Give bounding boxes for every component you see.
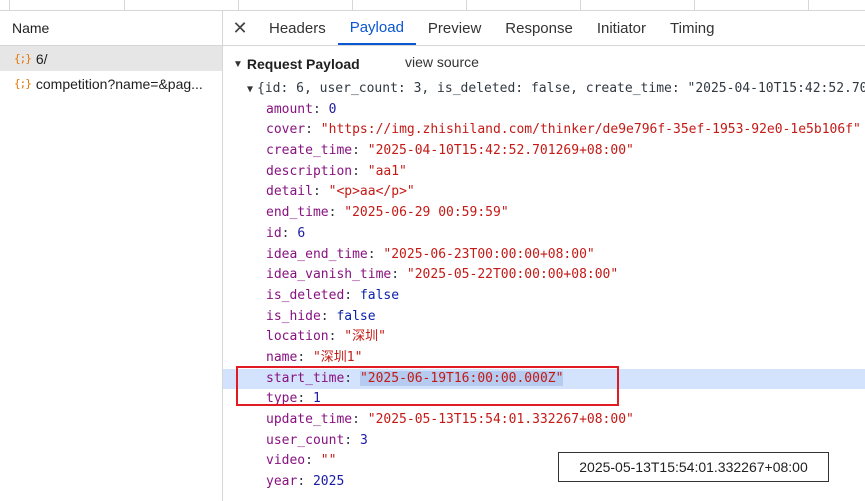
detail-tabs: ✕ Headers Payload Preview Response Initiator… (223, 11, 865, 46)
property-value[interactable]: "2025-06-29 00:59:59" (344, 205, 508, 220)
property-value[interactable]: false (360, 288, 399, 303)
payload-property-idea-vanish-time[interactable]: idea_vanish_time: "2025-05-22T00:00:00+0… (223, 265, 865, 286)
property-value[interactable]: 1 (313, 391, 321, 406)
payload-summary-row[interactable]: ▼ {id: 6, user_count: 3, is_deleted: fals… (223, 79, 865, 100)
request-name: 6/ (35, 50, 48, 67)
payload-property-is-hide[interactable]: is_hide: false (223, 307, 865, 328)
request-list-panel: Name {;} 6/{;} competition?name=&pag... (0, 11, 223, 501)
property-key: end_time (266, 205, 329, 221)
payload-property-id[interactable]: id: 6 (223, 224, 865, 245)
property-key: year (266, 474, 298, 490)
property-key: cover (266, 122, 306, 138)
tab-initiator[interactable]: Initiator (585, 11, 658, 45)
expand-triangle-icon[interactable]: ▼ (247, 84, 253, 95)
name-column-header[interactable]: Name (0, 11, 222, 46)
property-key: video (266, 453, 306, 469)
request-item[interactable]: {;} competition?name=&pag... (0, 71, 222, 96)
value-tooltip: 2025-05-13T15:54:01.332267+08:00 (558, 452, 829, 482)
tab-list: Headers Payload Preview Response Initiator Ti… (257, 11, 726, 45)
property-key: is_deleted (266, 287, 345, 303)
property-key: name (266, 349, 298, 365)
request-item[interactable]: {;} 6/ (0, 46, 222, 71)
property-key: is_hide (266, 308, 321, 324)
payload-summary: {id: 6, user_count: 3, is_deleted: false… (257, 81, 865, 96)
property-value[interactable]: 6 (297, 226, 305, 241)
property-key: idea_end_time (266, 246, 368, 262)
payload-panel: ▼ Request Payload view source ▼ {id: 6, u… (223, 46, 865, 501)
top-strip (0, 0, 865, 11)
property-key: description (266, 163, 353, 179)
collapse-triangle-icon[interactable]: ▼ (233, 59, 243, 70)
property-value[interactable]: "深圳" (344, 329, 386, 344)
property-value[interactable]: "2025-05-22T00:00:00+08:00" (407, 267, 618, 282)
property-key: user_count (266, 432, 345, 448)
payload-property-location[interactable]: location: "深圳" (223, 327, 865, 348)
property-key: amount (266, 101, 313, 117)
property-key: type (266, 391, 298, 407)
payload-property-is-deleted[interactable]: is_deleted: false (223, 286, 865, 307)
tab-timing[interactable]: Timing (658, 11, 726, 45)
property-value[interactable]: 3 (360, 433, 368, 448)
tab-headers[interactable]: Headers (257, 11, 338, 45)
property-value[interactable]: "2025-05-13T15:54:01.332267+08:00" (368, 412, 634, 427)
payload-property-name[interactable]: name: "深圳1" (223, 348, 865, 369)
payload-property-end-time[interactable]: end_time: "2025-06-29 00:59:59" (223, 203, 865, 224)
json-file-icon: {;} (14, 77, 32, 90)
tab-response[interactable]: Response (493, 11, 585, 45)
property-value[interactable]: "https://img.zhishiland.com/thinker/de9e… (321, 122, 861, 137)
payload-property-detail[interactable]: detail: "<p>aa</p>" (223, 182, 865, 203)
payload-property-create-time[interactable]: create_time: "2025-04-10T15:42:52.701269… (223, 141, 865, 162)
payload-property-user-count[interactable]: user_count: 3 (223, 431, 865, 452)
property-key: idea_vanish_time (266, 267, 392, 283)
tab-preview[interactable]: Preview (416, 11, 493, 45)
tab-payload[interactable]: Payload (337, 11, 416, 45)
property-value[interactable]: "" (321, 453, 337, 468)
payload-property-amount[interactable]: amount: 0 (223, 100, 865, 121)
property-key: update_time (266, 412, 353, 427)
payload-property-type[interactable]: type: 1 (223, 389, 865, 410)
property-key: create_time (266, 143, 353, 159)
payload-property-description[interactable]: description: "aa1" (223, 162, 865, 183)
property-key: start_time (266, 370, 345, 386)
request-name: competition?name=&pag... (35, 75, 203, 92)
json-file-icon: {;} (14, 52, 32, 65)
payload-tree: ▼ {id: 6, user_count: 3, is_deleted: fals… (223, 79, 865, 493)
property-value[interactable]: "<p>aa</p>" (329, 184, 415, 199)
request-list: {;} 6/{;} competition?name=&pag... (0, 46, 222, 96)
section-title: Request Payload (246, 56, 360, 72)
property-value[interactable]: false (336, 309, 375, 324)
request-payload-header[interactable]: ▼ Request Payload view source (233, 54, 479, 74)
property-value[interactable]: 0 (329, 102, 337, 117)
property-value[interactable]: "2025-06-23T00:00:00+08:00" (383, 247, 594, 262)
property-value[interactable]: "2025-04-10T15:42:52.701269+08:00" (368, 143, 634, 158)
property-key: id (266, 225, 282, 241)
payload-property-cover[interactable]: cover: "https://img.zhishiland.com/think… (223, 120, 865, 141)
property-value[interactable]: "2025-06-19T16:00:00.000Z" (359, 370, 564, 386)
payload-property-update-time[interactable]: update_time: "2025-05-13T15:54:01.332267… (223, 410, 865, 431)
payload-property-idea-end-time[interactable]: idea_end_time: "2025-06-23T00:00:00+08:0… (223, 245, 865, 266)
property-value[interactable]: 2025 (313, 474, 344, 489)
view-source-link[interactable]: view source (405, 54, 479, 70)
property-key: detail (266, 184, 313, 200)
property-value[interactable]: "深圳1" (313, 350, 362, 365)
close-icon[interactable]: ✕ (223, 18, 257, 39)
property-key: location (266, 329, 329, 345)
property-value[interactable]: "aa1" (368, 164, 407, 179)
payload-property-start-time[interactable]: start_time: "2025-06-19T16:00:00.000Z" (223, 368, 865, 390)
